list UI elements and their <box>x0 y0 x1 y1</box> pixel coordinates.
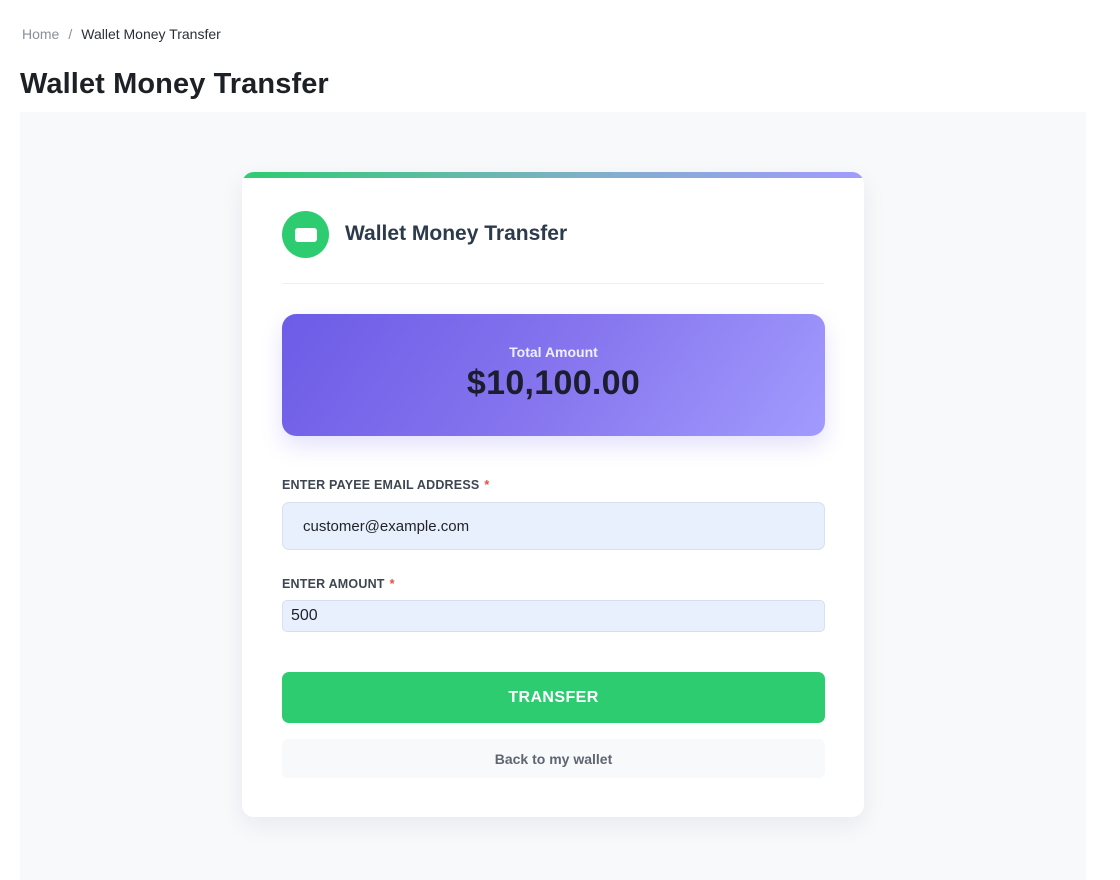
amount-field-label: ENTER AMOUNT * <box>282 577 395 591</box>
email-field-label-text: ENTER PAYEE EMAIL ADDRESS <box>282 478 480 492</box>
transfer-card: Wallet Money Transfer Total Amount $10,1… <box>242 172 864 817</box>
email-required-mark: * <box>484 478 490 492</box>
breadcrumb-separator: / <box>68 26 73 42</box>
wallet-icon <box>282 211 329 258</box>
card-title: Wallet Money Transfer <box>345 222 568 245</box>
back-to-wallet-button[interactable]: Back to my wallet <box>282 739 825 778</box>
total-amount-value: $10,100.00 <box>466 364 641 402</box>
amount-field-label-text: ENTER AMOUNT <box>282 577 385 591</box>
amount-required-mark: * <box>389 577 395 591</box>
card-gradient-bar <box>242 172 864 178</box>
breadcrumb-current: Wallet Money Transfer <box>81 26 221 42</box>
amount-input[interactable] <box>282 600 825 632</box>
card-header: Wallet Money Transfer <box>282 211 824 284</box>
breadcrumb-home-link[interactable]: Home <box>22 24 59 44</box>
page-title: Wallet Money Transfer <box>20 68 329 100</box>
transfer-button[interactable]: TRANSFER <box>282 672 825 723</box>
email-field-label: ENTER PAYEE EMAIL ADDRESS * <box>282 478 489 492</box>
total-amount-box: Total Amount $10,100.00 <box>282 314 825 436</box>
content-area: Wallet Money Transfer Total Amount $10,1… <box>20 112 1086 880</box>
total-amount-label: Total Amount <box>509 344 598 360</box>
breadcrumb: Home / Wallet Money Transfer <box>22 24 221 44</box>
wallet-icon-glyph <box>294 227 317 242</box>
payee-email-input[interactable] <box>282 502 825 550</box>
